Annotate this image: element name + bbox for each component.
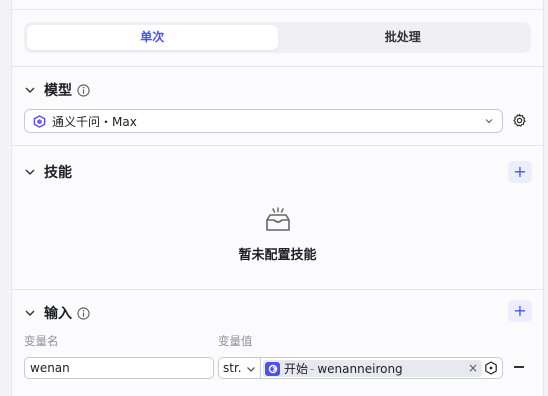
reference-variable: wenanneirong: [317, 361, 403, 376]
skills-section-title: 技能: [44, 165, 72, 181]
variable-type-value: str.: [223, 361, 242, 375]
info-icon[interactable]: [77, 306, 90, 320]
tab-single[interactable]: 单次: [27, 25, 278, 50]
column-label-value: 变量值: [218, 334, 253, 348]
reference-node-name: 开始: [284, 362, 309, 376]
chevron-down-icon[interactable]: [24, 84, 36, 96]
node-config-panel: 单次 批处理 模型 通义千问・Max 技能 + 暂未配置技能 输入 + 变量名 …: [11, 0, 544, 396]
model-logo-icon: [33, 114, 46, 128]
section-divider: [12, 66, 543, 67]
column-label-name: 变量名: [24, 334, 59, 348]
model-name: 通义千问・Max: [52, 114, 137, 129]
variable-icon[interactable]: [484, 361, 498, 375]
reference-chip[interactable]: 开始 - wenanneirong ×: [263, 360, 482, 377]
add-skill-button[interactable]: +: [508, 161, 532, 183]
input-section-title: 输入: [44, 306, 72, 322]
skills-section-header[interactable]: 技能: [24, 162, 72, 182]
settings-gear-icon[interactable]: [512, 113, 527, 128]
reference-separator: -: [310, 361, 315, 376]
node-start-icon: [265, 361, 280, 376]
skills-empty-state: 暂未配置技能: [12, 207, 543, 263]
section-divider: [12, 289, 543, 290]
remove-input-button[interactable]: [514, 366, 524, 368]
model-section-header[interactable]: 模型: [24, 80, 90, 100]
variable-type-select[interactable]: str.: [218, 357, 260, 379]
plus-icon: +: [513, 162, 527, 181]
chevron-down-icon: [247, 367, 255, 372]
plus-icon: +: [513, 301, 527, 320]
top-divider: [12, 9, 543, 10]
model-select[interactable]: 通义千问・Max: [24, 109, 503, 133]
chevron-down-icon: [485, 119, 493, 124]
variable-reference-field[interactable]: 开始 - wenanneirong ×: [260, 357, 503, 379]
info-icon[interactable]: [77, 83, 90, 97]
chevron-down-icon[interactable]: [24, 166, 36, 178]
tab-batch[interactable]: 批处理: [278, 25, 529, 50]
empty-box-icon: [265, 207, 290, 231]
add-input-button[interactable]: +: [508, 300, 532, 322]
section-divider: [12, 145, 543, 146]
mode-switch: 单次 批处理: [24, 22, 531, 53]
chevron-down-icon[interactable]: [24, 307, 36, 319]
clear-reference-button[interactable]: ×: [468, 360, 478, 377]
model-section-title: 模型: [44, 83, 72, 99]
input-section-header[interactable]: 输入: [24, 303, 90, 323]
variable-name-input[interactable]: wenan: [24, 357, 214, 379]
empty-text: 暂未配置技能: [238, 248, 317, 263]
